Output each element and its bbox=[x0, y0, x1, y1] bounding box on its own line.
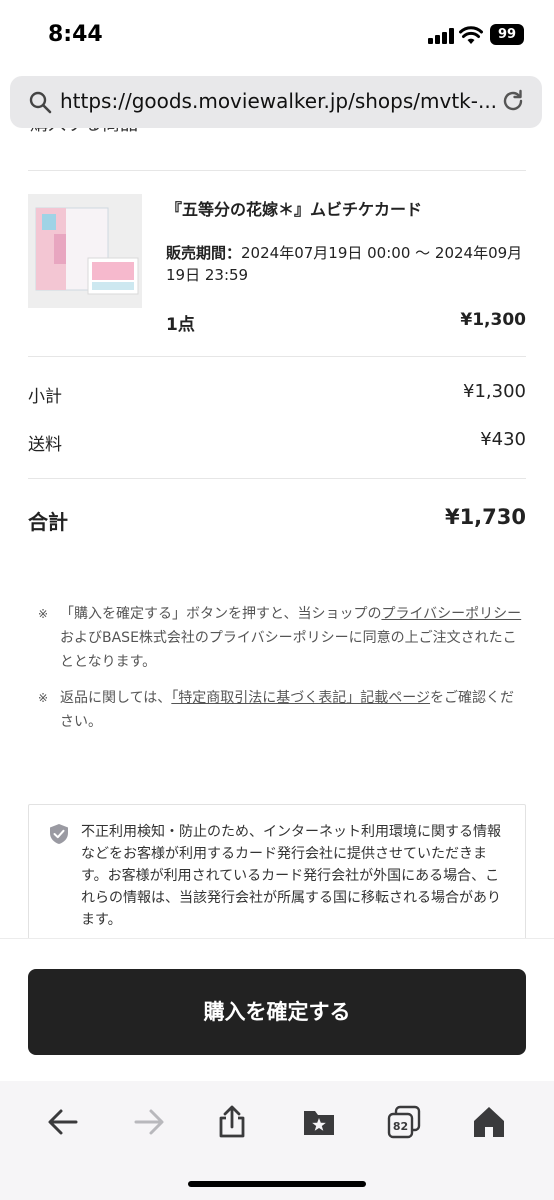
home-indicator bbox=[188, 1181, 366, 1187]
note-mark: ※ bbox=[38, 691, 49, 705]
sale-period-label: 販売期間： bbox=[166, 244, 242, 262]
url-text: https://goods.moviewalker.jp/shops/mvtk-… bbox=[60, 89, 498, 113]
product-name[interactable]: 『五等分の花嫁＊』ムビチケカード bbox=[166, 196, 422, 220]
search-icon bbox=[29, 91, 52, 114]
security-notice: 不正利用検知・防止のため、インターネット利用環境に関する情報などをお客様が利用す… bbox=[28, 804, 526, 938]
total-label: 合計 bbox=[28, 510, 68, 534]
share-icon[interactable] bbox=[215, 1105, 249, 1139]
section-heading: 購入する商品 bbox=[30, 128, 138, 136]
note-mark: ※ bbox=[38, 607, 49, 621]
battery-indicator: 99 bbox=[490, 24, 524, 45]
privacy-policy-link[interactable]: プライバシーポリシー bbox=[381, 606, 521, 622]
return-note: ※ 返品に関しては、「特定商取引法に基づく表記」記載ページをご確認ください。 bbox=[38, 686, 528, 734]
forward-arrow-icon[interactable] bbox=[132, 1105, 166, 1139]
divider bbox=[28, 356, 526, 357]
total-value: ¥1,730 bbox=[444, 505, 526, 529]
commerce-law-link[interactable]: 「特定商取引法に基づく表記」記載ページ bbox=[171, 690, 430, 706]
tabs-count: 82 bbox=[393, 1120, 408, 1133]
tabs-icon[interactable]: 82 bbox=[387, 1105, 421, 1139]
sale-period: 販売期間：2024年07月19日 00:00 〜 2024年09月19日 23:… bbox=[166, 242, 526, 286]
subtotal-value: ¥1,300 bbox=[463, 381, 526, 402]
bookmarks-icon[interactable] bbox=[302, 1105, 336, 1139]
privacy-note-text: 「購入を確定する」ボタンを押すと、当ショップの bbox=[60, 606, 382, 622]
privacy-note: ※ 「購入を確定する」ボタンを押すと、当ショップのプライバシーポリシーおよびBA… bbox=[38, 602, 528, 674]
status-time: 8:44 bbox=[48, 22, 103, 47]
shield-icon bbox=[50, 824, 68, 844]
return-note-text: 返品に関しては、 bbox=[60, 690, 172, 706]
privacy-note-text-cont: およびBASE株式会社のプライバシーポリシーに同意の上ご注文されたこととなります… bbox=[60, 630, 517, 670]
divider bbox=[28, 170, 526, 171]
address-bar[interactable]: https://goods.moviewalker.jp/shops/mvtk-… bbox=[10, 76, 542, 128]
security-text: 不正利用検知・防止のため、インターネット利用環境に関する情報などをお客様が利用す… bbox=[81, 824, 501, 928]
order-summary: 購入する商品 『五等分の花嫁＊』ムビチケカード 販売期間：2024年07月19日… bbox=[0, 128, 554, 938]
subtotal-label: 小計 bbox=[28, 387, 62, 407]
item-price: ¥1,300 bbox=[460, 310, 526, 330]
purchase-panel: 購入を確定する bbox=[0, 938, 554, 1081]
shipping-value: ¥430 bbox=[480, 429, 526, 450]
divider bbox=[28, 478, 526, 479]
home-icon[interactable] bbox=[472, 1105, 506, 1139]
shipping-label: 送料 bbox=[28, 435, 62, 455]
confirm-purchase-button[interactable]: 購入を確定する bbox=[28, 969, 526, 1055]
product-thumbnail[interactable] bbox=[28, 194, 142, 308]
product-image bbox=[28, 194, 142, 308]
reload-icon[interactable] bbox=[500, 88, 526, 114]
browser-toolbar: 82 bbox=[0, 1081, 554, 1200]
wifi-icon bbox=[459, 26, 483, 44]
cellular-signal-icon bbox=[428, 28, 454, 44]
item-quantity: 1点 bbox=[166, 315, 195, 335]
back-arrow-icon[interactable] bbox=[46, 1105, 80, 1139]
status-bar: 8:44 99 bbox=[0, 0, 554, 70]
